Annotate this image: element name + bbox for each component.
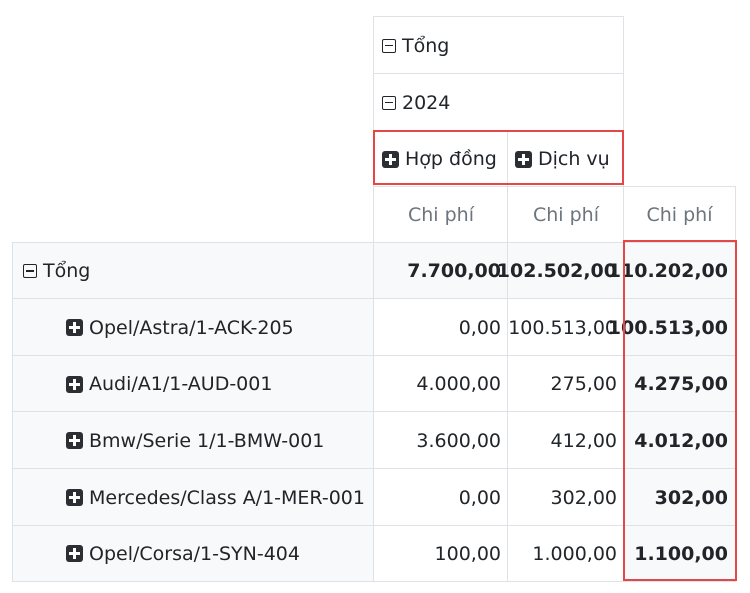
measure-label: Chi phí <box>532 204 599 226</box>
measure-header[interactable]: Chi phí <box>373 186 508 243</box>
row-header-total[interactable]: Tổng <box>12 242 374 299</box>
row-total-cell: 302,00 <box>623 468 736 526</box>
row-total-cell: 4.012,00 <box>623 411 736 469</box>
collapse-icon <box>382 95 396 110</box>
value-cell: 412,00 <box>507 411 624 469</box>
row-label: Opel/Corsa/1-SYN-404 <box>89 542 300 565</box>
value-cell: 3.600,00 <box>373 411 508 469</box>
row-header-item[interactable]: Mercedes/Class A/1-MER-001 <box>12 468 374 526</box>
row-header-total-label: Tổng <box>43 260 91 282</box>
expand-icon <box>66 432 83 449</box>
row-label: Audi/A1/1-AUD-001 <box>89 373 273 395</box>
value-cell: 302,00 <box>507 468 624 526</box>
measure-header[interactable]: Chi phí <box>623 186 736 243</box>
row-total-cell: 100.513,00 <box>608 298 736 356</box>
total-cell: 102.502,00 <box>497 242 624 299</box>
row-header-item[interactable]: Opel/Astra/1-ACK-205 <box>12 298 374 356</box>
col-header-year[interactable]: 2024 <box>373 73 624 131</box>
col-header-group-hop-dong[interactable]: Hợp đồng <box>373 130 508 187</box>
expand-icon <box>66 545 83 562</box>
col-header-group-label: Dịch vụ <box>538 148 610 170</box>
expand-icon <box>66 319 83 336</box>
expand-icon <box>515 150 532 168</box>
col-header-total[interactable]: Tổng <box>373 16 624 74</box>
row-total-cell: 1.100,00 <box>623 525 736 582</box>
row-header-item[interactable]: Audi/A1/1-AUD-001 <box>12 355 374 412</box>
row-header-item[interactable]: Opel/Corsa/1-SYN-404 <box>12 525 374 582</box>
row-label: Opel/Astra/1-ACK-205 <box>89 316 294 339</box>
value-cell: 0,00 <box>373 298 508 356</box>
expand-icon <box>66 489 83 506</box>
measure-header[interactable]: Chi phí <box>507 186 624 243</box>
value-cell: 1.000,00 <box>507 525 624 582</box>
value-cell: 100,00 <box>373 525 508 582</box>
col-header-total-label: Tổng <box>402 34 450 57</box>
grand-total-cell: 110.202,00 <box>608 242 736 299</box>
value-cell: 0,00 <box>373 468 508 526</box>
col-header-group-dich-vu[interactable]: Dịch vụ <box>507 130 624 187</box>
measure-label: Chi phí <box>407 204 474 226</box>
row-header-item[interactable]: Bmw/Serie 1/1-BMW-001 <box>12 411 374 469</box>
expand-icon <box>382 150 399 168</box>
row-label: Mercedes/Class A/1-MER-001 <box>89 486 365 509</box>
total-cell: 7.700,00 <box>373 242 508 299</box>
collapse-icon <box>23 264 37 278</box>
col-header-group-label: Hợp đồng <box>405 148 497 170</box>
collapse-icon <box>382 38 396 53</box>
expand-icon <box>66 375 83 393</box>
value-cell: 100.513,00 <box>507 298 624 356</box>
value-cell: 4.000,00 <box>373 355 508 412</box>
measure-label: Chi phí <box>646 204 713 226</box>
value-cell: 275,00 <box>507 355 624 412</box>
row-total-cell: 4.275,00 <box>623 355 736 412</box>
col-header-year-label: 2024 <box>402 91 451 114</box>
row-label: Bmw/Serie 1/1-BMW-001 <box>89 429 325 452</box>
